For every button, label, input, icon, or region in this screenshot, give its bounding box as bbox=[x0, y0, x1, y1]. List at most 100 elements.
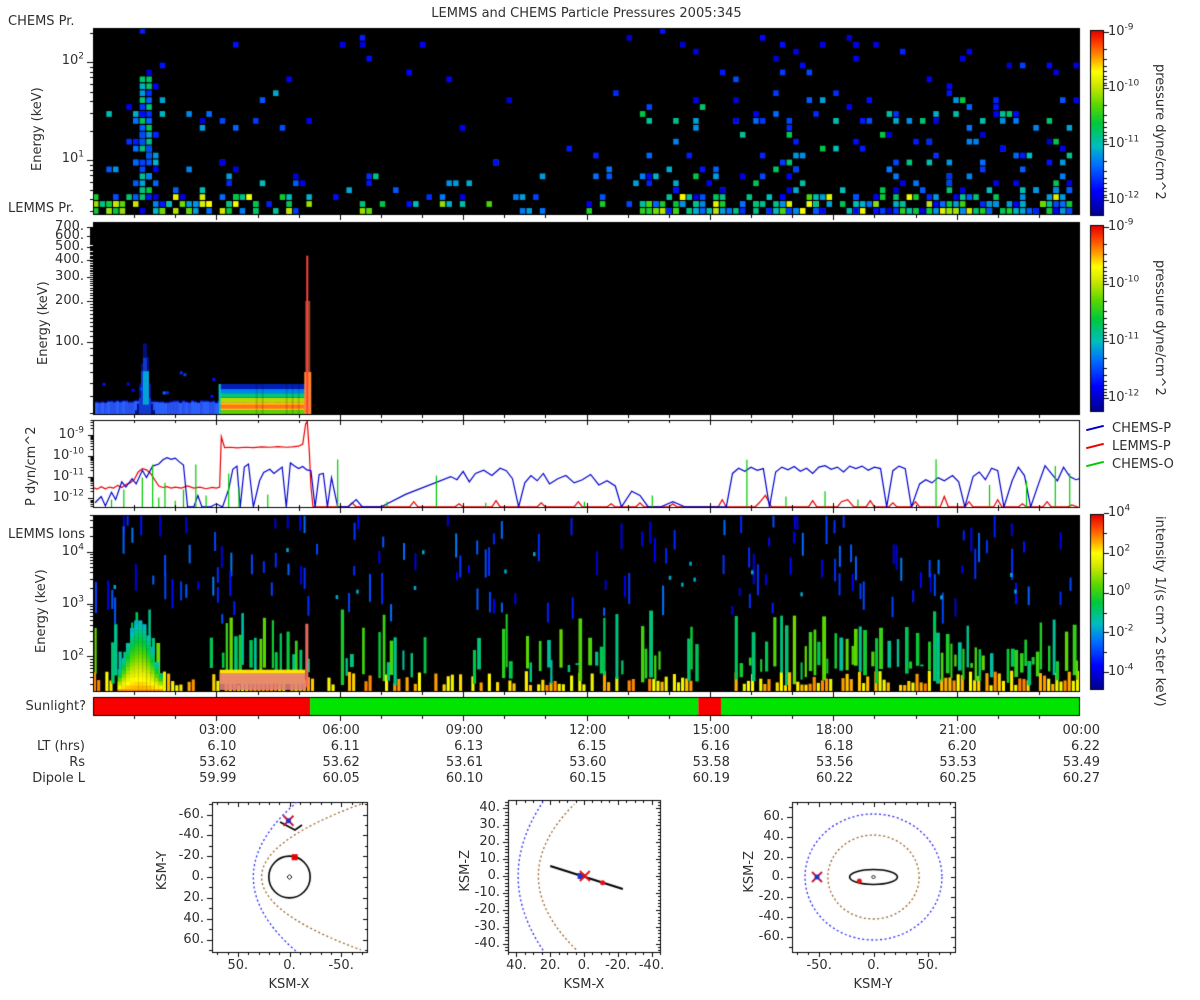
ytick-label: 10-10 bbox=[52, 446, 84, 463]
time-axis-value-rs: 53.58 bbox=[692, 755, 730, 770]
colorbar-tick: 100 bbox=[1108, 582, 1131, 599]
time-axis-value-l: 60.15 bbox=[569, 771, 607, 786]
orbit-ytick-label: -60. bbox=[758, 929, 784, 944]
time-axis-column: 21:00 6.20 53.53 60.25 bbox=[887, 723, 977, 787]
sunlight-label: Sunlight? bbox=[25, 699, 86, 714]
ytick-label: 102 bbox=[61, 51, 84, 68]
orbit-ytick-label: 40. bbox=[479, 800, 500, 816]
orbit-ytick-label: -20. bbox=[178, 848, 204, 864]
orbit-ytick-label: 40. bbox=[183, 910, 204, 926]
time-axis-value-lt: 6.18 bbox=[824, 739, 854, 754]
row-label-lt: LT (hrs) bbox=[36, 739, 85, 754]
time-axis-value-lt: 6.16 bbox=[700, 739, 730, 754]
time-axis-value-l: 60.05 bbox=[322, 771, 360, 786]
time-axis-value-rs: 53.61 bbox=[445, 755, 484, 770]
orbit-ytick-label: -40. bbox=[178, 827, 204, 843]
ytick-label: 400. bbox=[55, 252, 84, 267]
time-axis-column: 09:00 6.13 53.61 60.10 bbox=[393, 723, 483, 787]
time-axis-value-rs: 53.56 bbox=[816, 755, 854, 770]
orbit-xz-xlabel: KSM-X bbox=[563, 977, 605, 992]
time-axis-column: 06:00 6.11 53.62 60.05 bbox=[270, 723, 360, 787]
time-axis-value-lt: 6.13 bbox=[454, 739, 484, 754]
orbit-ytick-label: 20. bbox=[183, 889, 204, 905]
page-title: LEMMS and CHEMS Particle Pressures 2005:… bbox=[431, 6, 742, 21]
time-axis-value-time: 12:00 bbox=[569, 723, 607, 738]
colorbar-tick: 10-12 bbox=[1108, 190, 1140, 207]
ytick-label: 101 bbox=[61, 149, 84, 166]
orbit-ytick-label: -10. bbox=[474, 884, 500, 900]
legend-item-chems-p: CHEMS-P bbox=[1112, 421, 1172, 436]
colorbar-tick: 102 bbox=[1108, 543, 1131, 560]
orbit-yz-xlabel: KSM-Y bbox=[853, 977, 893, 992]
panel-pressure-ylabel: P dyn/cm^2 bbox=[24, 426, 39, 506]
time-axis-value-l: 60.27 bbox=[1062, 771, 1100, 786]
panel-lemms-label: LEMMS Pr. bbox=[8, 201, 75, 216]
time-axis-value-time: 00:00 bbox=[1062, 723, 1100, 738]
time-axis-value-time: 09:00 bbox=[445, 723, 484, 738]
time-axis-value-rs: 53.62 bbox=[199, 755, 237, 770]
orbit-xtick-label: 0. bbox=[867, 958, 880, 973]
legend-sample-chems-p bbox=[1086, 424, 1104, 432]
orbit-ytick-label: 0. bbox=[771, 869, 784, 884]
orbit-ytick-label: -30. bbox=[474, 918, 500, 934]
orbit-xtick-label: 50. bbox=[227, 958, 249, 973]
time-axis-value-l: 60.22 bbox=[816, 771, 854, 786]
row-label-rs: Rs bbox=[69, 755, 85, 770]
orbit-xtick-label: -50. bbox=[806, 958, 832, 973]
panel-chems-label: CHEMS Pr. bbox=[8, 14, 75, 29]
time-axis-column: 15:00 6.16 53.58 60.19 bbox=[640, 723, 730, 787]
time-axis-value-time: 15:00 bbox=[692, 723, 730, 738]
time-axis-value-lt: 6.10 bbox=[207, 739, 237, 754]
time-axis-column: 03:00 6.10 53.62 59.99 bbox=[146, 723, 236, 787]
time-axis-value-time: 06:00 bbox=[322, 723, 360, 738]
orbit-ytick-label: 20. bbox=[479, 834, 500, 850]
colorbar-intensity-label: intensity 1/(s cm^2 ster keV) bbox=[1152, 516, 1167, 707]
ytick-label: 200. bbox=[55, 293, 84, 308]
ytick-label: 10-11 bbox=[52, 467, 84, 484]
orbit-ytick-label: 40. bbox=[763, 829, 784, 844]
legend-item-chems-o: CHEMS-O bbox=[1112, 457, 1174, 472]
orbit-ytick-label: 20. bbox=[763, 849, 784, 864]
orbit-ytick-label: 0. bbox=[191, 869, 204, 884]
ytick-label: 104 bbox=[61, 542, 84, 559]
time-axis-value-lt: 6.20 bbox=[947, 739, 977, 754]
time-axis-value-lt: 6.11 bbox=[330, 739, 360, 754]
colorbar-tick: 10-11 bbox=[1108, 134, 1140, 151]
legend-item-lemms-p: LEMMS-P bbox=[1112, 439, 1171, 454]
colorbar-pressure-label: pressure dyne/cm^2 bbox=[1152, 64, 1167, 200]
ytick-label: 10-9 bbox=[58, 425, 84, 442]
colorbar-tick: 10-10 bbox=[1108, 274, 1140, 291]
orbit-ytick-label: 60. bbox=[183, 931, 204, 947]
colorbar-tick: 10-4 bbox=[1108, 662, 1134, 679]
colorbar-tick: 10-10 bbox=[1108, 78, 1140, 95]
time-axis-value-lt: 6.22 bbox=[1071, 739, 1100, 754]
colorbar-tick: 104 bbox=[1108, 503, 1131, 520]
orbit-xtick-label: -40. bbox=[638, 958, 665, 973]
orbit-xtick-label: -50. bbox=[328, 958, 354, 973]
orbit-ytick-label: 60. bbox=[763, 809, 784, 824]
colorbar-tick: 10-2 bbox=[1108, 623, 1134, 640]
orbit-xtick-label: 0. bbox=[283, 958, 296, 973]
ytick-label: 100. bbox=[55, 334, 84, 349]
time-axis-value-l: 60.10 bbox=[445, 771, 484, 786]
ytick-label: 103 bbox=[61, 594, 84, 611]
time-axis-value-rs: 53.53 bbox=[939, 755, 977, 770]
panel-lemms-ylabel: Energy (keV) bbox=[36, 281, 51, 365]
time-axis-value-l: 60.25 bbox=[939, 771, 977, 786]
time-axis-value-l: 59.99 bbox=[199, 771, 237, 786]
colorbar-pressure-label: pressure dyne/cm^2 bbox=[1152, 260, 1167, 396]
colorbar-tick: 10-9 bbox=[1108, 22, 1134, 39]
colorbar-tick: 10-9 bbox=[1108, 217, 1134, 234]
orbit-ytick-label: 10. bbox=[479, 851, 500, 867]
row-label-dipole-l: Dipole L bbox=[32, 771, 85, 786]
time-axis-value-time: 21:00 bbox=[939, 723, 977, 738]
orbit-ytick-label: -40. bbox=[474, 935, 500, 951]
time-axis-value-rs: 53.62 bbox=[322, 755, 360, 770]
legend-sample-lemms-p bbox=[1086, 442, 1104, 450]
orbit-ytick-label: -20. bbox=[758, 889, 784, 904]
time-axis-column: 18:00 6.18 53.56 60.22 bbox=[763, 723, 853, 787]
ytick-label: 300. bbox=[55, 269, 84, 284]
orbit-xtick-label: 50. bbox=[917, 958, 939, 973]
time-axis-value-time: 03:00 bbox=[198, 723, 237, 738]
time-axis-value-time: 18:00 bbox=[815, 723, 854, 738]
